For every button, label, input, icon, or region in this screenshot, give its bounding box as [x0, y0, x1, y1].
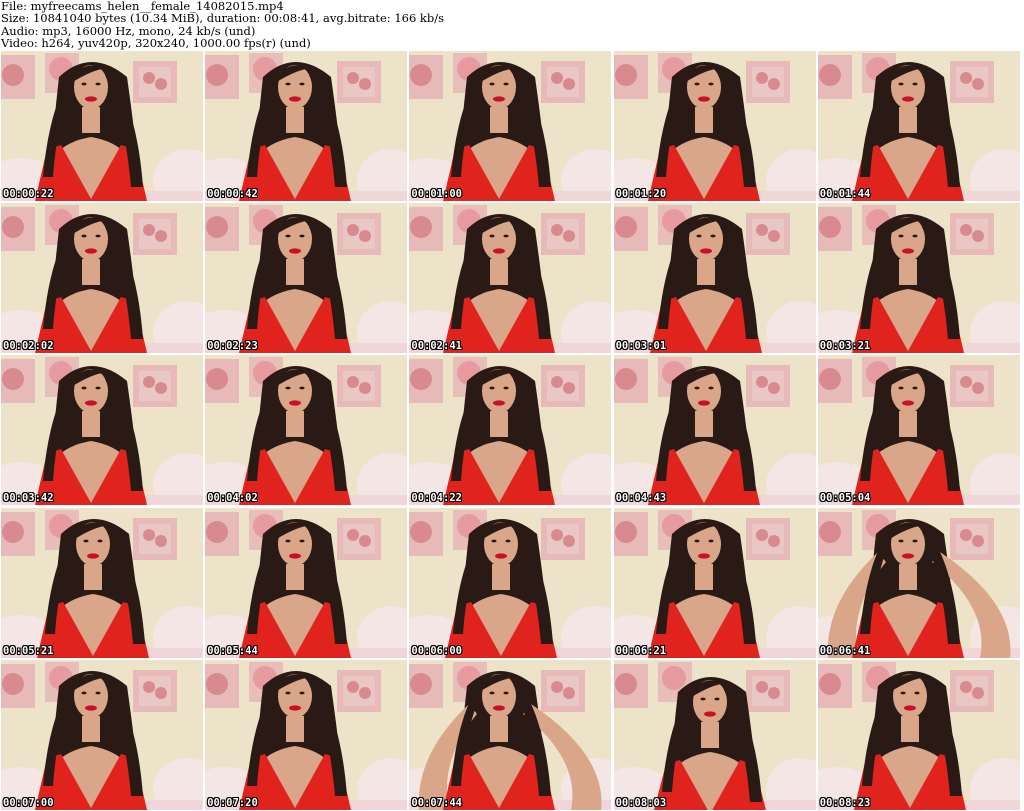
thumbnail-frame-image [613, 659, 816, 810]
video-thumbnail: 00:01:20 [613, 51, 816, 201]
video-thumbnail: 00:08:23 [817, 659, 1020, 810]
video-thumbnail: 00:01:44 [817, 51, 1020, 201]
thumbnail-timestamp: 00:01:00 [411, 188, 462, 200]
thumbnail-timestamp: 00:08:03 [615, 796, 667, 809]
thumbnail-frame-image [613, 51, 816, 201]
thumbnail-frame-image [205, 507, 408, 658]
thumbnail-frame-image [613, 507, 816, 658]
thumbnail-frame-image [1, 203, 203, 354]
thumbnail-frame-image [1, 659, 203, 810]
video-thumbnail: 00:02:41 [409, 203, 612, 354]
thumbnail-timestamp: 00:05:44 [207, 644, 258, 657]
thumbnail-timestamp: 00:04:43 [615, 492, 667, 505]
thumbnail-timestamp: 00:01:20 [615, 188, 667, 200]
thumbnail-timestamp: 00:05:21 [3, 644, 54, 657]
thumbnail-timestamp: 00:03:42 [3, 492, 54, 505]
thumbnail-frame-image [205, 203, 408, 354]
video-thumbnail: 00:05:44 [205, 507, 408, 658]
thumbnail-frame-image [1, 507, 203, 658]
thumbnail-frame-image [409, 51, 612, 201]
thumbnail-timestamp: 00:00:22 [3, 188, 54, 200]
thumbnail-timestamp: 00:02:23 [207, 340, 258, 353]
video-thumbnail: 00:02:02 [1, 203, 203, 354]
thumbnail-timestamp: 00:05:04 [819, 492, 871, 505]
thumbnail-frame-image [817, 51, 1020, 201]
video-info-line: Video: h264, yuv420p, 320x240, 1000.00 f… [1, 35, 311, 50]
video-thumbnail: 00:08:03 [613, 659, 816, 810]
video-thumbnail: 00:00:22 [1, 51, 203, 201]
video-thumbnail: 00:07:20 [205, 659, 408, 810]
thumbnail-timestamp: 00:03:21 [819, 340, 871, 353]
thumbnail-timestamp: 00:06:00 [411, 644, 462, 657]
thumbnail-frame-image [613, 203, 816, 354]
thumbnail-timestamp: 00:06:21 [615, 644, 667, 657]
thumbnail-frame-image [1, 355, 203, 506]
video-thumbnail: 00:04:02 [205, 355, 408, 506]
thumbnail-frame-image [205, 51, 408, 201]
video-thumbnail: 00:06:00 [409, 507, 612, 658]
thumbnail-timestamp: 00:03:01 [615, 340, 667, 353]
thumbnail-frame-image [409, 507, 612, 658]
video-thumbnail: 00:05:21 [1, 507, 203, 658]
thumbnail-timestamp: 00:07:00 [3, 796, 54, 809]
thumbnail-grid: 00:00:22 00:00:42 00:01:00 00:01:20 00:01:44… [1, 51, 1023, 811]
thumbnail-frame-image [613, 355, 816, 506]
video-thumbnail: 00:06:41 [817, 507, 1020, 658]
thumbnail-timestamp: 00:07:20 [207, 796, 258, 809]
thumbnail-timestamp: 00:02:41 [411, 340, 462, 353]
video-thumbnail: 00:02:23 [205, 203, 408, 354]
video-thumbnail: 00:03:01 [613, 203, 816, 354]
thumbnail-timestamp: 00:00:42 [207, 188, 258, 200]
video-thumbnail: 00:05:04 [817, 355, 1020, 506]
thumbnail-timestamp: 00:02:02 [3, 340, 54, 353]
video-thumbnail: 00:04:22 [409, 355, 612, 506]
video-thumbnail: 00:01:00 [409, 51, 612, 201]
file-info-header: File: myfreecams_helen__female_14082015.… [0, 0, 1024, 50]
video-thumbnail: 00:07:00 [1, 659, 203, 810]
thumbnail-timestamp: 00:07:44 [411, 796, 462, 809]
thumbnail-timestamp: 00:01:44 [819, 188, 871, 200]
video-thumbnail: 00:04:43 [613, 355, 816, 506]
file-size-line: Size: 10841040 bytes (10.34 MiB), durati… [1, 11, 445, 26]
video-thumbnail: 00:03:21 [817, 203, 1020, 354]
thumbnail-frame-image [817, 203, 1020, 354]
thumbnail-frame-image [205, 355, 408, 506]
thumbnail-timestamp: 00:04:22 [411, 492, 462, 505]
thumbnail-frame-image [817, 355, 1020, 506]
thumbnail-timestamp: 00:08:23 [819, 796, 871, 809]
thumbnail-frame-image [409, 355, 612, 506]
thumbnail-frame-image [409, 659, 612, 810]
video-thumbnail: 00:00:42 [205, 51, 408, 201]
thumbnail-frame-image [1, 51, 203, 201]
video-thumbnail: 00:03:42 [1, 355, 203, 506]
video-thumbnail: 00:07:44 [409, 659, 612, 810]
thumbnail-frame-image [409, 203, 612, 354]
thumbnail-timestamp: 00:04:02 [207, 492, 258, 505]
video-thumbnail: 00:06:21 [613, 507, 816, 658]
thumbnail-frame-image [205, 659, 408, 810]
thumbnail-timestamp: 00:06:41 [819, 644, 871, 657]
thumbnail-frame-image [817, 507, 1020, 658]
thumbnail-frame-image [817, 659, 1020, 810]
